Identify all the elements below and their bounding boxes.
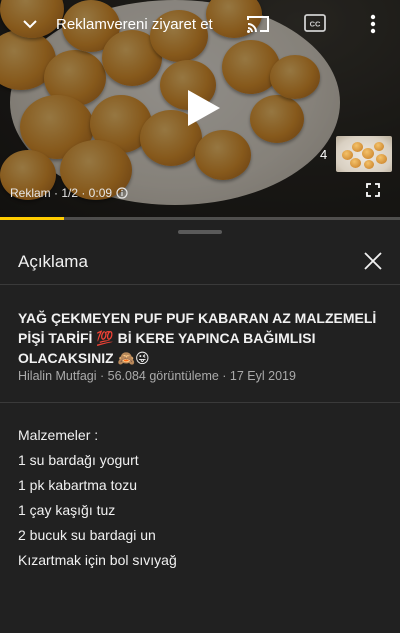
chevron-down-icon[interactable] xyxy=(20,14,40,34)
video-player[interactable]: Reklamvereni ziyaret et CC 4 Reklam · 1/… xyxy=(0,0,400,220)
captions-icon[interactable]: CC xyxy=(304,14,326,32)
description-line: 1 çay kaşığı tuz xyxy=(18,502,116,518)
svg-text:CC: CC xyxy=(310,20,321,29)
drag-handle[interactable] xyxy=(178,230,222,234)
ad-status-text: Reklam · 1/2 · 0:09 xyxy=(10,186,113,200)
header-divider xyxy=(0,284,400,285)
player-top-bar: Reklamvereni ziyaret et CC xyxy=(0,0,400,50)
video-meta: Hilalin Mutfagi · 56.084 görüntüleme · 1… xyxy=(18,369,296,383)
playlist-count: 4 xyxy=(320,147,328,162)
description-line: 1 pk kabartma tozu xyxy=(18,477,138,493)
next-video-thumbnail[interactable] xyxy=(336,136,392,172)
description-line: 2 bucuk su bardagi un xyxy=(18,527,156,543)
info-icon[interactable] xyxy=(116,187,128,199)
panel-title: Açıklama xyxy=(18,252,88,271)
cast-icon[interactable] xyxy=(246,14,270,34)
description-text: Malzemeler : 1 su bardağı yogurt 1 pk kaba… xyxy=(18,423,380,573)
meta-divider xyxy=(0,402,400,403)
description-panel: Açıklama YAĞ ÇEKMEYEN PUF PUF KABARAN AZ… xyxy=(0,220,400,633)
description-line: Malzemeler : xyxy=(18,427,99,443)
video-title: YAĞ ÇEKMEYEN PUF PUF KABARAN AZ MALZEMEL… xyxy=(18,310,377,366)
fullscreen-icon[interactable] xyxy=(366,183,380,197)
description-line: Kızartmak için bol sıvıyağ xyxy=(18,552,177,568)
description-line: 1 su bardağı yogurt xyxy=(18,452,139,468)
more-vert-icon[interactable] xyxy=(366,12,380,36)
visit-advertiser-link[interactable]: Reklamvereni ziyaret et xyxy=(56,16,213,33)
ad-status: Reklam · 1/2 · 0:09 xyxy=(10,186,128,200)
close-icon[interactable] xyxy=(363,251,383,271)
play-icon[interactable] xyxy=(186,88,222,128)
